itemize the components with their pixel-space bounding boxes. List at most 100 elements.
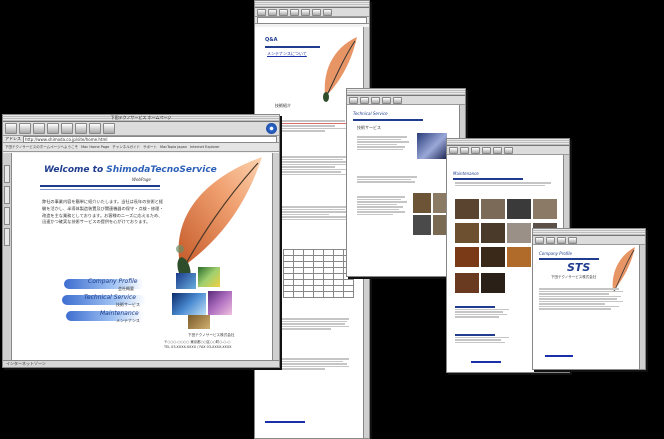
back-icon[interactable] (349, 97, 358, 104)
company-profile-jp[interactable]: 会社概要 (118, 286, 134, 292)
forward-icon[interactable] (460, 147, 469, 154)
explorer-tab[interactable] (4, 207, 10, 225)
mail-icon[interactable] (103, 123, 115, 134)
welcome-rule (40, 185, 160, 187)
refresh-icon[interactable] (568, 237, 577, 244)
maint-footer-link[interactable] (471, 361, 501, 363)
profile-page: Company Profile STS 下田テクノサービス株式会社 (533, 245, 639, 369)
favorite-item[interactable]: Mac Home Page (81, 145, 109, 149)
technical-service-jp[interactable]: 技術サービス (116, 302, 140, 308)
explorer-tab[interactable] (4, 186, 10, 204)
forward-icon[interactable] (360, 97, 369, 104)
autofill-icon[interactable] (75, 123, 87, 134)
main-toolbar (3, 122, 279, 136)
favorite-item[interactable]: Internet Explorer (190, 145, 220, 149)
stop-icon[interactable] (279, 9, 288, 16)
welcome-prefix: Welcome to (44, 165, 107, 175)
maint-titlebar[interactable] (447, 139, 569, 146)
profile-company: 下田テクノサービス株式会社 (551, 275, 597, 279)
welcome-rule-2 (40, 189, 160, 190)
main-url-field[interactable]: http://www.shimoda.co.jp/site/home.html (23, 135, 277, 143)
maint-photo-6 (481, 223, 505, 243)
profile-footer-link[interactable] (545, 355, 573, 357)
technical-service-en: Technical Service (84, 294, 136, 301)
main-feather-image (176, 157, 262, 281)
main-titlebar[interactable]: 下田テクノサービス ホームページ (3, 115, 279, 122)
stop-icon[interactable] (471, 147, 480, 154)
favorite-item[interactable]: チャンネルガイド (112, 145, 140, 150)
maintenance-link[interactable]: Maintenance (100, 310, 139, 317)
forward-icon[interactable] (268, 9, 277, 16)
home-icon[interactable] (493, 147, 502, 154)
search-icon[interactable] (312, 9, 321, 16)
forward-icon[interactable] (19, 123, 31, 134)
collage-photo-4 (208, 291, 232, 315)
tech-titlebar[interactable] (347, 89, 465, 96)
technical-service-link[interactable]: Technical Service (84, 294, 136, 301)
favorite-item[interactable]: 下田テクノサービスのホームページへようこそ (5, 145, 78, 150)
explorer-tab[interactable] (4, 165, 10, 183)
profile-heading-rule (539, 258, 599, 260)
main-address-bar: アドレス http://www.shimoda.co.jp/site/home.… (3, 135, 279, 143)
print-icon[interactable] (89, 123, 101, 134)
collage-photo-1 (176, 273, 196, 289)
refresh-icon[interactable] (47, 123, 59, 134)
maint-photo-4 (533, 199, 557, 219)
main-window-title: 下田テクノサービス ホームページ (110, 115, 172, 120)
tech-heading-rule (353, 119, 423, 121)
stop-icon[interactable] (371, 97, 380, 104)
qa-titlebar[interactable] (255, 1, 369, 8)
profile-scrollbar[interactable] (639, 245, 645, 369)
maint-toolbar (447, 146, 569, 155)
qa-section-title: 技術紹介 (275, 103, 291, 108)
maint-photo-12 (455, 273, 479, 293)
profile-toolbar (533, 236, 645, 245)
maint-photo-5 (455, 223, 479, 243)
maint-section-2 (455, 333, 515, 344)
qa-footer-link[interactable] (265, 421, 305, 423)
stop-icon[interactable] (33, 123, 45, 134)
profile-text (539, 287, 629, 311)
stop-icon[interactable] (557, 237, 566, 244)
main-page: Welcome to ShimodaTecnoService WebPage 弊… (12, 153, 272, 360)
main-status-bar: インターネットゾーン (3, 360, 279, 367)
main-scrollbar[interactable] (272, 153, 279, 360)
qa-link[interactable]: メンテナンスについて (267, 51, 307, 57)
back-icon[interactable] (535, 237, 544, 244)
maint-text (455, 181, 555, 187)
back-icon[interactable] (257, 9, 266, 16)
maint-photo-9 (455, 247, 479, 267)
refresh-icon[interactable] (482, 147, 491, 154)
profile-heading: Company Profile (539, 251, 572, 256)
explorer-tab[interactable] (4, 228, 10, 246)
search-icon[interactable] (504, 147, 513, 154)
qa-spec-table (283, 249, 354, 298)
refresh-icon[interactable] (382, 97, 391, 104)
home-icon[interactable] (61, 123, 73, 134)
forward-icon[interactable] (546, 237, 555, 244)
collage-photo-5 (188, 315, 210, 329)
print-icon[interactable] (323, 9, 332, 16)
footer-address: 〒○○○-○○○○ 東京都○○区○○町○-○-○ (164, 340, 231, 344)
qa-heading: Q&A (265, 37, 278, 43)
home-icon[interactable] (393, 97, 402, 104)
footer-company: 下田テクノサービス株式会社 (188, 333, 235, 337)
profile-window: Company Profile STS 下田テクノサービス株式会社 (532, 228, 646, 370)
favorite-item[interactable]: サポート (143, 145, 157, 150)
maint-heading: Maintenance (453, 171, 479, 176)
maintenance-jp[interactable]: メンテナンス (116, 318, 140, 324)
home-icon[interactable] (301, 9, 310, 16)
refresh-icon[interactable] (290, 9, 299, 16)
maint-heading-rule (453, 178, 523, 180)
qa-url-field[interactable] (257, 16, 367, 24)
back-icon[interactable] (449, 147, 458, 154)
footer-contact: TEL 03-XXXX-XXXX / FAX 03-XXXX-XXXX (164, 345, 232, 349)
tech-list-2 (357, 175, 451, 184)
company-profile-link[interactable]: Company Profile (88, 278, 137, 285)
collage-photo-2 (198, 267, 220, 287)
favorite-item[interactable]: MacTopia Japan (160, 145, 187, 149)
address-label: アドレス (5, 136, 21, 141)
maint-photo-11 (507, 247, 531, 267)
back-icon[interactable] (5, 123, 17, 134)
profile-titlebar[interactable] (533, 229, 645, 236)
